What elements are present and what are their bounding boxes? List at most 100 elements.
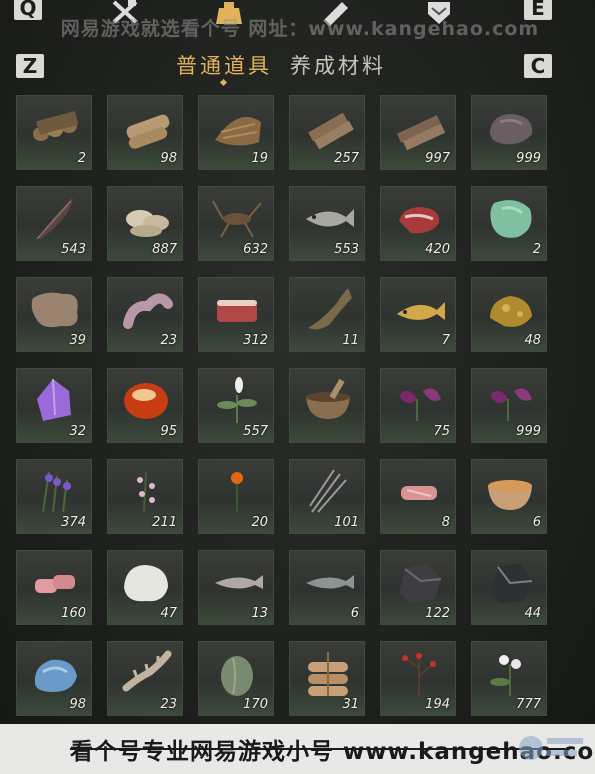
inventory-slot[interactable]: 75	[380, 368, 456, 443]
item-count: 101	[334, 515, 359, 530]
inventory-slot[interactable]: 20	[198, 459, 274, 534]
watermark-top: 网易游戏就选看个号 网址：www.kangehao.com	[60, 18, 540, 40]
hotkey-c[interactable]: C	[524, 54, 552, 78]
inventory-slot[interactable]: 2	[16, 95, 92, 170]
inventory-slot[interactable]: 44	[471, 550, 547, 625]
watermark-bottom: 看个号专业网易游戏小号 www.kangehao.com	[70, 739, 595, 765]
inventory-slot[interactable]: 374	[16, 459, 92, 534]
meat-cuts-icon	[35, 575, 75, 593]
inventory-slot[interactable]: 312	[198, 277, 274, 352]
inventory-slot[interactable]: 47	[107, 550, 183, 625]
inventory-slot[interactable]: 6	[289, 550, 365, 625]
item-count: 420	[425, 242, 450, 257]
logs-icon	[126, 114, 170, 149]
item-count: 632	[243, 242, 268, 257]
item-grid: 2 98 19 257 997 999 543 887 632 553 420 2 39 23 312 11 7…	[16, 95, 547, 716]
item-count: 557	[243, 424, 268, 439]
inventory-slot[interactable]: 23	[107, 641, 183, 716]
item-count: 257	[334, 151, 359, 166]
inventory-slot[interactable]: 557	[198, 368, 274, 443]
leaping-fish-icon	[308, 288, 352, 330]
item-count: 75	[433, 424, 450, 439]
inventory-slot[interactable]: 194	[380, 641, 456, 716]
fish-icon	[306, 209, 354, 227]
wood-stack-icon	[308, 112, 354, 150]
inventory-slot[interactable]: 632	[198, 186, 274, 261]
inventory-slot[interactable]: 887	[107, 186, 183, 261]
item-count: 23	[160, 697, 177, 712]
item-count: 887	[152, 242, 177, 257]
animal-hide-icon	[31, 292, 78, 328]
inventory-slot[interactable]: 999	[471, 368, 547, 443]
gold-ore-icon	[490, 296, 532, 327]
item-count: 2	[532, 242, 541, 257]
bundled-pouches-icon	[308, 652, 348, 696]
inventory-slot[interactable]: 8	[380, 459, 456, 534]
item-count: 32	[69, 424, 86, 439]
inventory-slot[interactable]: 19	[198, 95, 274, 170]
tab-common-items[interactable]: 普通道具	[176, 50, 272, 80]
inventory-slot[interactable]: 160	[16, 550, 92, 625]
orange-flower-icon	[231, 472, 243, 512]
item-count: 39	[69, 333, 86, 348]
purple-flower-icon	[490, 388, 532, 421]
blue-crystal-icon	[34, 659, 77, 692]
hotkey-z[interactable]: Z	[16, 54, 44, 78]
bottom-watermark-bar: 看个号专业网易游戏小号 www.kangehao.com	[0, 724, 595, 774]
tab-growth-materials[interactable]: 养成材料	[290, 50, 386, 80]
inventory-slot[interactable]: 23	[107, 277, 183, 352]
inventory-slot[interactable]: 98	[107, 95, 183, 170]
inventory-slot[interactable]: 420	[380, 186, 456, 261]
sub-tabs: Z 普通道具 养成材料 C	[0, 50, 595, 87]
wool-icon	[124, 565, 168, 602]
stone-icon	[490, 114, 533, 145]
grey-fish-icon	[306, 575, 354, 589]
item-count: 122	[425, 606, 450, 621]
item-count: 13	[251, 606, 268, 621]
item-count: 374	[61, 515, 86, 530]
inventory-slot[interactable]	[289, 368, 365, 443]
item-count: 997	[425, 151, 450, 166]
inventory-slot[interactable]: 101	[289, 459, 365, 534]
inventory-slot[interactable]: 32	[16, 368, 92, 443]
white-flower-icon	[490, 655, 521, 696]
iron-ore-icon	[399, 563, 442, 603]
bone-icon	[122, 650, 172, 692]
inventory-slot[interactable]: 543	[16, 186, 92, 261]
inventory-slot[interactable]: 11	[289, 277, 365, 352]
soup-bowl-icon	[488, 480, 532, 510]
inventory-slot[interactable]: 7	[380, 277, 456, 352]
jade-icon	[490, 200, 532, 238]
inventory-slot[interactable]: 257	[289, 95, 365, 170]
inventory-slot[interactable]: 170	[198, 641, 274, 716]
item-count: 44	[524, 606, 541, 621]
top-bar: Q E 网易游戏就选看个号 网址：www.kangehao.com	[0, 0, 595, 40]
inventory-slot[interactable]: 6	[471, 459, 547, 534]
sliced-meat-icon	[401, 486, 437, 500]
inventory-slot[interactable]: 777	[471, 641, 547, 716]
inventory-slot[interactable]: 31	[289, 641, 365, 716]
inventory-slot[interactable]: 48	[471, 277, 547, 352]
mushroom-icon	[126, 210, 169, 237]
inventory-slot[interactable]: 999	[471, 95, 547, 170]
item-count: 170	[243, 697, 268, 712]
bark-fiber-icon	[215, 116, 261, 146]
inventory-slot[interactable]: 95	[107, 368, 183, 443]
inventory-slot[interactable]: 98	[16, 641, 92, 716]
inventory-slot[interactable]: 997	[380, 95, 456, 170]
raw-meat-icon	[399, 207, 440, 234]
inventory-slot[interactable]: 13	[198, 550, 274, 625]
lavender-icon	[42, 471, 71, 513]
inventory-slot[interactable]: 211	[107, 459, 183, 534]
inventory-slot[interactable]: 2	[471, 186, 547, 261]
inventory-slot[interactable]: 553	[289, 186, 365, 261]
item-count: 543	[61, 242, 86, 257]
purple-flower-icon	[399, 388, 441, 421]
item-count: 194	[425, 697, 450, 712]
inventory-slot[interactable]: 122	[380, 550, 456, 625]
item-count: 6	[350, 606, 359, 621]
inventory-slot[interactable]: 39	[16, 277, 92, 352]
item-count: 47	[160, 606, 177, 621]
cricket-icon	[212, 200, 262, 238]
item-count: 98	[160, 151, 177, 166]
